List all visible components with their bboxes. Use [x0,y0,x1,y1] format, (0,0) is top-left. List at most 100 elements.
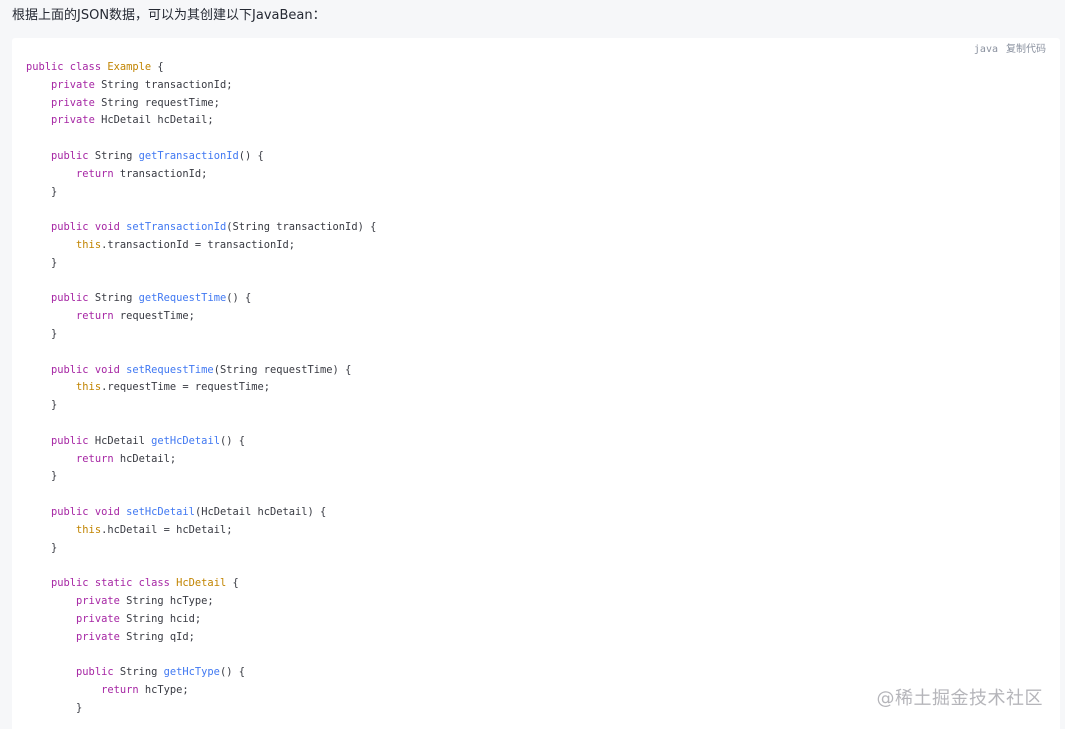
code-line: } [26,326,376,344]
code-token: } [26,701,83,714]
code-line: public void setHcDetail(HcDetail hcDetai… [26,504,376,522]
code-token: HcDetail [176,577,227,590]
code-token: public [51,292,89,305]
code-token: hcDetail; [113,452,177,465]
code-line: } [26,255,376,273]
code-line: this.requestTime = requestTime; [26,379,376,397]
code-line: return hcDetail; [26,451,376,469]
code-token: HcDetail [88,434,152,447]
code-token: setHcDetail [126,505,195,518]
code-token: private [76,630,120,643]
code-token: public void [51,505,127,518]
copy-code-button[interactable]: 复制代码 [1006,43,1046,57]
code-token: public static class [51,577,177,590]
code-line: public void setTransactionId(String tran… [26,219,376,237]
code-token: getTransactionId [138,149,239,162]
code-token: this [76,381,102,394]
code-line: } [26,184,376,202]
code-token: { [151,61,164,73]
code-token: return [101,683,139,696]
code-token: getRequestTime [138,292,227,305]
code-token: return [76,310,114,323]
code-token: (HcDetail hcDetail) { [194,505,327,518]
code-token: public [51,434,89,447]
code-token: } [26,256,58,269]
code-token: } [26,399,58,412]
code-line: public String getTransactionId() { [26,148,376,166]
code-line: private HcDetail hcDetail; [26,112,376,130]
code-line: public void setRequestTime(String reques… [26,362,376,380]
code-token: } [26,327,58,340]
code-token: String [88,149,139,162]
code-line: } [26,700,376,718]
code-token: return [76,167,114,180]
code-token: public void [51,363,127,376]
code-line: } [26,468,376,486]
code-token: this [76,238,102,251]
code-token: () { [219,434,245,447]
code-line: public String getRequestTime() { [26,290,376,308]
code-token: private [76,612,120,625]
code-token: setTransactionId [126,221,227,234]
code-token: getHcDetail [151,434,220,447]
code-line: private String qId; [26,629,376,647]
code-token: } [26,470,58,483]
code-token: setRequestTime [126,363,214,376]
code-token: private [76,594,120,607]
code-token: private [51,96,95,109]
code-token: public [51,149,89,162]
code-language-label: java [973,44,998,55]
code-token: this [76,523,102,536]
code-line: return transactionId; [26,166,376,184]
code-content: public class Example { private String tr… [26,59,376,717]
code-toolbar: java 复制代码 [974,43,1046,57]
code-line: private String transactionId; [26,77,376,95]
code-line: } [26,397,376,415]
code-token: public [76,666,114,679]
code-line: public class Example { [26,59,376,77]
code-token: .requestTime = requestTime; [101,381,270,394]
code-token: return [76,452,114,465]
code-token: } [26,185,58,198]
code-token: () { [238,149,264,162]
intro-paragraph: 根据上面的JSON数据，可以为其创建以下JavaBean： [12,8,326,23]
code-token: () { [226,292,252,305]
code-token: transactionId; [113,167,208,180]
code-token: public void [51,221,127,234]
code-token: HcDetail hcDetail; [94,114,214,127]
code-token: String transactionId; [94,78,233,91]
code-token: .hcDetail = hcDetail; [101,523,233,536]
code-line: this.transactionId = transactionId; [26,237,376,255]
code-line: return hcType; [26,682,376,700]
code-token: getHcType [163,666,220,679]
code-token: String requestTime; [94,96,220,109]
code-token: public class [26,61,108,73]
code-token: requestTime; [113,310,195,323]
code-token: hcType; [138,683,189,696]
code-token: Example [107,61,152,73]
code-token: (String transactionId) { [226,221,377,234]
code-token: () { [219,666,245,679]
